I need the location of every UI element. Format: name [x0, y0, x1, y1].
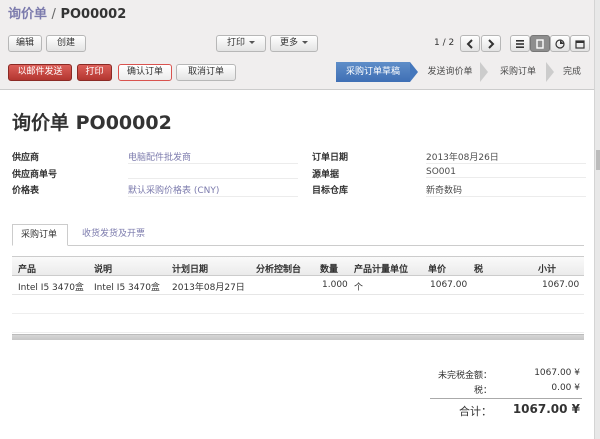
- column-header: 数量: [320, 265, 339, 275]
- total-divider: [430, 398, 582, 399]
- tax-amount-label: 税：: [473, 386, 492, 396]
- supplier-field[interactable]: 电脑配件批发商: [128, 150, 298, 164]
- send-by-email-button[interactable]: 以邮件发送: [8, 64, 72, 81]
- tax-amount-value: 0.00 ¥: [551, 383, 580, 393]
- stage-arrow: [546, 62, 554, 82]
- print-dropdown-button[interactable]: 打印: [216, 35, 266, 52]
- breadcrumb-current: PO00002: [60, 7, 127, 22]
- pricelist-field[interactable]: 默认采购价格表 (CNY): [128, 183, 298, 197]
- form-view-icon: [536, 39, 544, 49]
- more-dropdown-button[interactable]: 更多: [270, 35, 318, 52]
- cell-uom: 个: [354, 283, 364, 293]
- stage-done[interactable]: 完成: [556, 62, 588, 82]
- print-action-button[interactable]: 打印: [77, 64, 112, 81]
- list-view-icon: [516, 40, 524, 48]
- stage-arrow: [480, 62, 488, 82]
- chevron-left-icon: [466, 39, 473, 49]
- supplier-ref-field[interactable]: [128, 167, 298, 179]
- cell-unit-price: 1067.00: [430, 280, 468, 290]
- warehouse-field[interactable]: 新奇数码: [426, 183, 586, 197]
- chevron-down-icon: [249, 41, 255, 44]
- breadcrumb-separator: /: [51, 7, 56, 22]
- previous-record-button[interactable]: [460, 35, 480, 52]
- confirm-order-button[interactable]: 确认订单: [118, 64, 172, 81]
- top-bar: 询价单 / PO00002 编辑 创建 打印 更多 1 / 2: [0, 0, 600, 60]
- breadcrumb: 询价单 / PO00002: [8, 3, 126, 22]
- order-date-field[interactable]: 2013年08月26日: [426, 150, 586, 164]
- untaxed-amount-value: 1067.00 ¥: [534, 368, 580, 378]
- calendar-view-icon: [575, 40, 585, 49]
- stage-purchase-order[interactable]: 采购订单: [490, 62, 546, 82]
- column-header: 税: [474, 265, 484, 275]
- cancel-order-button[interactable]: 取消订单: [176, 64, 236, 81]
- gantt-view-button[interactable]: [550, 35, 570, 52]
- untaxed-amount-label: 未完税金额：: [437, 371, 492, 381]
- pricelist-label: 价格表: [12, 186, 40, 196]
- edit-button[interactable]: 编辑: [8, 35, 42, 52]
- list-view-button[interactable]: [510, 35, 530, 52]
- workflow-bar: 以邮件发送 打印 确认订单 取消订单 采购订单草稿 发送询价单 采购订单 完成: [0, 62, 600, 86]
- cell-date: 2013年08月27日: [172, 283, 245, 293]
- stage-sent[interactable]: 发送询价单: [420, 62, 480, 82]
- form-view-button[interactable]: [530, 35, 550, 52]
- cell-quantity: 1.000: [322, 280, 348, 290]
- column-header: 说明: [94, 265, 113, 275]
- cell-product: Intel I5 3470盒: [18, 283, 84, 293]
- stage-draft[interactable]: 采购订单草稿: [336, 62, 410, 82]
- empty-row[interactable]: [12, 295, 584, 314]
- column-header: 产品: [18, 265, 37, 275]
- supplier-ref-label: 供应商单号: [12, 170, 58, 180]
- chevron-down-icon: [302, 41, 308, 44]
- form-sheet: 询价单 PO00002 供应商 电脑配件批发商 供应商单号 价格表 默认采购价格…: [0, 89, 594, 439]
- source-field[interactable]: SO001: [426, 167, 586, 178]
- warehouse-label: 目标仓库: [312, 186, 349, 196]
- tab-delivery-invoicing[interactable]: 收货发货及开票: [74, 224, 164, 246]
- pager-counter: 1 / 2: [434, 38, 455, 48]
- more-dropdown-label: 更多: [279, 38, 298, 48]
- table-footer: [12, 334, 584, 340]
- print-dropdown-label: 打印: [226, 38, 245, 48]
- total-value: 1067.00 ¥: [512, 402, 580, 416]
- tab-purchase-order[interactable]: 采购订单: [12, 224, 68, 246]
- cell-description: Intel I5 3470盒: [94, 283, 160, 293]
- column-header: 计划日期: [172, 265, 209, 275]
- next-record-button[interactable]: [481, 35, 501, 52]
- table-row[interactable]: Intel I5 3470盒 Intel I5 3470盒 2013年08月27…: [12, 276, 584, 295]
- empty-row[interactable]: [12, 314, 584, 333]
- gantt-view-icon: [555, 39, 565, 49]
- column-header: 小计: [538, 265, 557, 275]
- calendar-view-button[interactable]: [570, 35, 590, 52]
- column-header: 分析控制台: [256, 265, 302, 275]
- column-header: 单价: [428, 265, 447, 275]
- order-date-label: 订单日期: [312, 153, 349, 163]
- total-label: 合计：: [459, 405, 492, 418]
- table-header: 产品 说明 计划日期 分析控制台 数量 产品计量单位 单价 税 小计: [12, 256, 584, 276]
- chevron-right-icon: [488, 39, 495, 49]
- cell-subtotal: 1067.00: [542, 280, 580, 290]
- page-title: 询价单 PO00002: [12, 112, 172, 134]
- stage-arrow: [410, 62, 418, 82]
- page-scrollbar[interactable]: [594, 0, 600, 439]
- create-button[interactable]: 创建: [46, 35, 86, 52]
- column-header: 产品计量单位: [354, 265, 409, 275]
- breadcrumb-parent[interactable]: 询价单: [8, 7, 47, 22]
- scrollbar-thumb[interactable]: [596, 150, 600, 170]
- source-label: 源单据: [312, 170, 340, 180]
- supplier-label: 供应商: [12, 153, 40, 163]
